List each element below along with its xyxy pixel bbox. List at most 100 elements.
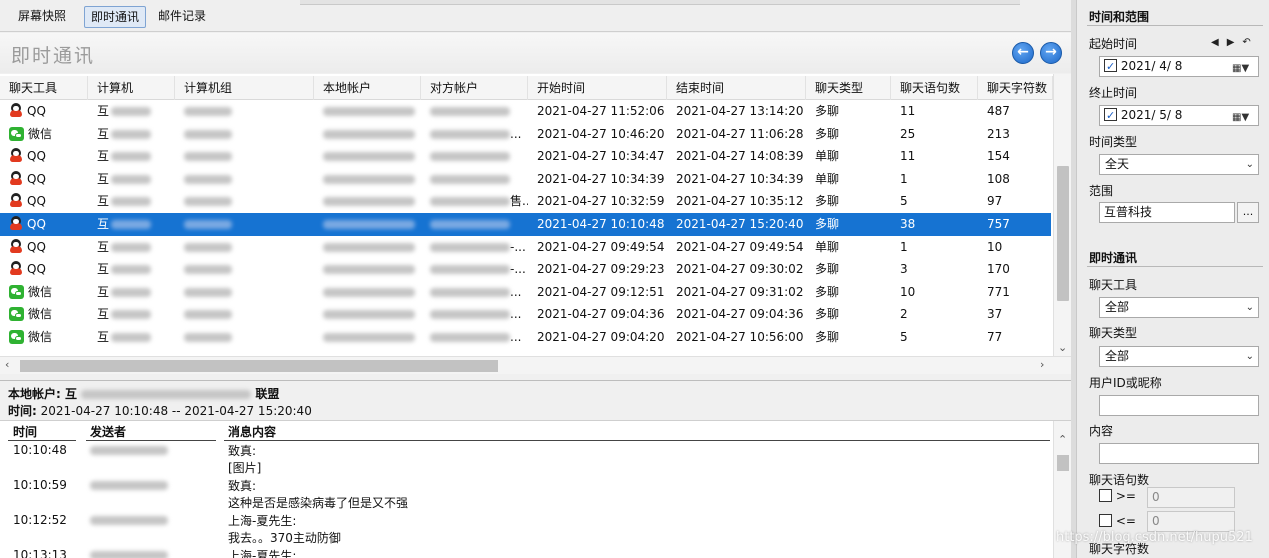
message-scroll-thumb[interactable] (1057, 455, 1069, 471)
table-vertical-scroll-thumb[interactable] (1057, 166, 1069, 301)
redacted-text (323, 152, 415, 162)
cell-computer-group (175, 326, 314, 349)
detail-time-label: 时间: (8, 404, 37, 418)
calendar-dropdown-icon[interactable]: ▦▼ (1232, 59, 1256, 74)
start-date-checkbox[interactable] (1104, 57, 1117, 76)
cell-end-time: 2021-04-27 09:30:02 (676, 262, 804, 277)
end-date-checkbox[interactable] (1104, 106, 1117, 125)
col-header-chars[interactable]: 聊天字符数 (978, 76, 1053, 100)
redacted-text (323, 197, 415, 207)
cell-computer-group (175, 145, 314, 168)
cell-end-time: 2021-04-27 10:56:00 (676, 330, 804, 344)
table-row[interactable]: QQ 互 2021-04-27 11:52:06 2021-04-27 13:14:2… (0, 100, 1051, 123)
content-input[interactable] (1099, 443, 1259, 464)
table-vertical-scrollbar[interactable]: ⌄ (1053, 74, 1071, 356)
scroll-left-icon[interactable]: ‹ (5, 358, 9, 371)
sentence-ge-input[interactable]: 0 (1147, 487, 1235, 508)
message-line: 这种是否是感染病毒了但是又不强 (228, 496, 409, 510)
cell-other-account: ... (421, 326, 528, 349)
redacted-text (90, 516, 168, 525)
user-id-input[interactable] (1099, 395, 1259, 416)
message-line: [图片] (228, 461, 262, 475)
time-type-label: 时间类型 (1089, 135, 1138, 149)
redacted-text (111, 310, 152, 320)
col-header-computer[interactable]: 计算机 (88, 76, 175, 100)
cell-computer-prefix: 互 (97, 194, 110, 209)
cell-sentence-count: 5 (900, 194, 908, 209)
table-horizontal-scroll-thumb[interactable] (20, 360, 498, 372)
prev-icon[interactable]: ◀ (1211, 37, 1227, 48)
prev-page-button[interactable]: ← (1012, 42, 1034, 64)
redacted-text (184, 174, 232, 184)
tab-screenshots[interactable]: 屏幕快照 (12, 6, 72, 28)
table-row[interactable]: QQ 互 2021-04-27 10:34:39 2021-04-27 10:34:3… (0, 168, 1051, 191)
table-row[interactable]: QQ 互 2021-04-27 10:10:48 2021-04-27 15:20:4… (0, 213, 1051, 236)
conversation-summary: 本地帐户: 互 联盟 时间: 2021-04-27 10:10:48 -- 20… (0, 380, 1071, 420)
redacted-text (430, 152, 510, 162)
col-header-end[interactable]: 结束时间 (667, 76, 806, 100)
cell-computer: 互 (88, 258, 175, 281)
table-row[interactable]: 微信 互... 2021-04-27 09:12:51 2021-04-27 09:3… (0, 281, 1051, 304)
tab-instant-messaging[interactable]: 即时通讯 (84, 6, 147, 28)
cell-sentence-count: 38 (900, 217, 916, 231)
redacted-text (184, 129, 232, 139)
col-header-start[interactable]: 开始时间 (528, 76, 667, 100)
divider (86, 440, 216, 441)
cell-start-time: 2021-04-27 09:04:36 (537, 307, 665, 322)
cell-computer-group (175, 213, 314, 236)
cell-computer-group (175, 303, 314, 326)
redacted-text (323, 107, 415, 116)
chat-tool-select[interactable]: 全部 ⌄ (1099, 297, 1259, 318)
start-date-picker[interactable]: 2021/ 4/ 8 ▦▼ (1099, 56, 1259, 77)
redacted-text (323, 310, 415, 320)
tab-email-records[interactable]: 邮件记录 (152, 6, 212, 28)
sentence-ge-checkbox[interactable] (1099, 489, 1112, 502)
cell-other-account: 售... (421, 190, 528, 213)
table-row[interactable]: QQ 互 -... 2021-04-27 09:29:23 2021-04-27 09:… (0, 258, 1051, 281)
time-type-select[interactable]: 全天 ⌄ (1099, 154, 1259, 175)
table-row[interactable]: 微信 互... 2021-04-27 10:46:20 2021-04-27 11:0… (0, 123, 1051, 146)
user-id-label: 用户ID或昵称 (1089, 376, 1162, 390)
redacted-text (430, 310, 510, 320)
redacted-text (323, 242, 415, 252)
table-row[interactable]: QQ 互 2021-04-27 10:34:47 2021-04-27 14:08:3… (0, 145, 1051, 168)
date-nav-arrows[interactable]: ◀▶↶ (1211, 37, 1259, 48)
cell-char-count: 108 (987, 171, 1010, 186)
scroll-up-icon[interactable]: ⌃ (1058, 433, 1067, 446)
sentence-le-checkbox[interactable] (1099, 514, 1112, 527)
qq-icon (9, 216, 23, 231)
table-row[interactable]: 微信 互... 2021-04-27 09:04:36 2021-04-27 09:0… (0, 303, 1051, 326)
sentence-le-input[interactable]: 0 (1147, 511, 1235, 532)
cell-other-account: ... (421, 123, 528, 146)
end-date-picker[interactable]: 2021/ 5/ 8 ▦▼ (1099, 105, 1259, 126)
undo-icon[interactable]: ↶ (1242, 37, 1258, 48)
col-header-type[interactable]: 聊天类型 (806, 76, 891, 100)
message-time: 10:13:13 (13, 548, 67, 558)
col-header-tool[interactable]: 聊天工具 (0, 76, 88, 100)
message-sender (90, 478, 168, 492)
col-header-sentences[interactable]: 聊天语句数 (891, 76, 978, 100)
col-header-group[interactable]: 计算机组 (175, 76, 314, 100)
col-header-other[interactable]: 对方帐户 (421, 76, 528, 100)
col-header-local[interactable]: 本地帐户 (314, 76, 421, 100)
redacted-text (111, 174, 152, 184)
table-row[interactable]: QQ 互 售... 2021-04-27 10:32:59 2021-04-27 10:… (0, 190, 1051, 213)
cell-other-suffix: ... (510, 330, 522, 344)
table-row[interactable]: 微信 互... 2021-04-27 09:04:20 2021-04-27 10:5… (0, 326, 1051, 349)
message-line: 我去。。370主动防御 (228, 531, 341, 545)
scope-field[interactable]: 互普科技 (1099, 202, 1235, 223)
scroll-down-icon[interactable]: ⌄ (1058, 341, 1067, 354)
cell-other-account: -... (421, 258, 528, 281)
table-row[interactable]: QQ 互 -... 2021-04-27 09:49:54 2021-04-27 09:… (0, 236, 1051, 259)
message-line: 上海-夏先生: (228, 514, 297, 528)
cell-char-count: 37 (987, 307, 1003, 322)
next-icon[interactable]: ▶ (1227, 37, 1243, 48)
calendar-dropdown-icon[interactable]: ▦▼ (1232, 108, 1256, 123)
qq-icon (9, 103, 23, 118)
scope-browse-button[interactable]: ... (1237, 202, 1259, 223)
scroll-right-icon[interactable]: › (1040, 358, 1044, 371)
chat-type-select[interactable]: 全部 ⌄ (1099, 346, 1259, 367)
chevron-down-icon: ⌄ (1245, 302, 1254, 313)
next-page-button[interactable]: → (1040, 42, 1062, 64)
table-horizontal-scrollbar[interactable]: ‹ › (0, 356, 1071, 374)
